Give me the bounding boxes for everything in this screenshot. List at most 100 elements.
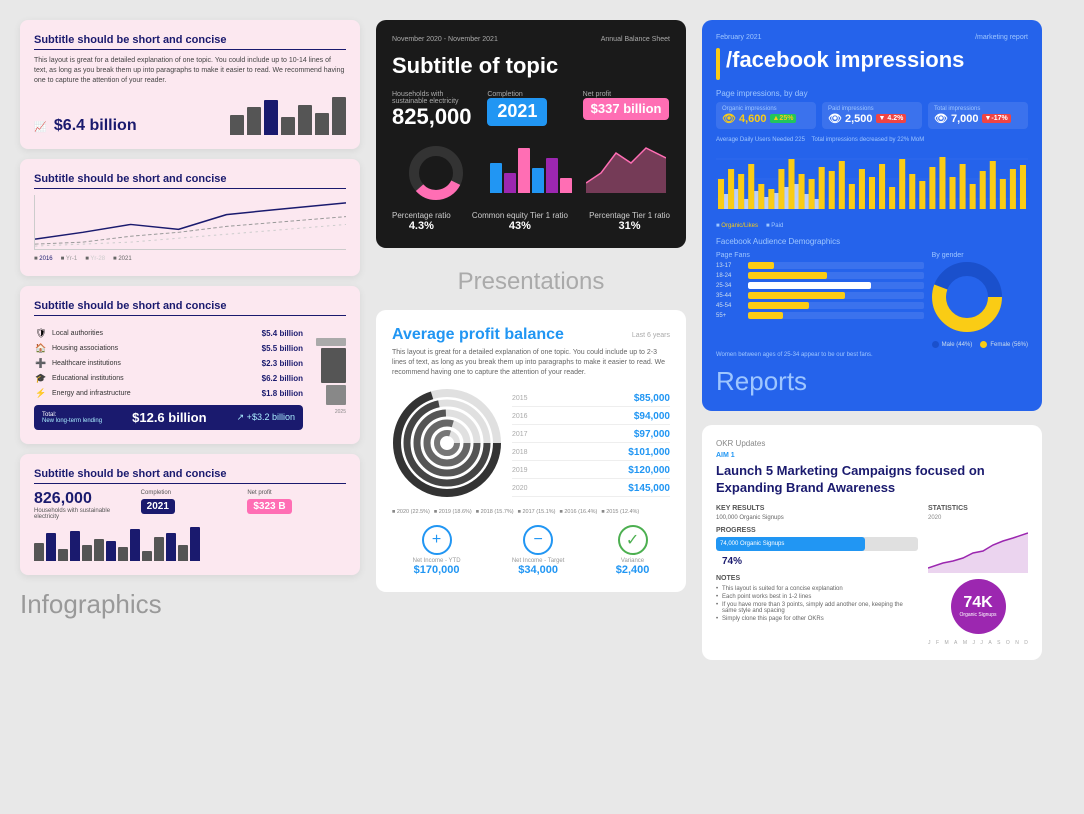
note-item: Each point works best in 1-2 lines	[716, 594, 918, 600]
bar	[504, 173, 516, 193]
bar-label: 25-34	[716, 283, 744, 289]
year-labels: J F M A M J J A S O N D	[928, 640, 1028, 646]
plus-icon: +	[422, 525, 452, 555]
table-row: ⚡ Energy and infrastructure $1.8 billion	[34, 386, 303, 401]
bar	[106, 541, 116, 561]
male-legend: Male (44%)	[932, 341, 973, 348]
row-value: $2.3 billion	[262, 359, 303, 368]
profit-bottom: + Net Income - YTD $170,000 − Net Income…	[392, 525, 670, 576]
bar-fill	[748, 302, 809, 309]
progress-track: 74,000 Organic Signups	[716, 537, 918, 551]
title-accent	[716, 48, 720, 80]
profit-link: Last 6 years	[632, 332, 670, 339]
pb-val: $2,400	[616, 564, 650, 576]
pv-row: 2017 $97,000	[512, 429, 670, 443]
bar	[178, 545, 188, 561]
year-label: J	[928, 640, 931, 646]
pb-val: $34,000	[512, 564, 565, 576]
row-icon: 🛡	[34, 328, 48, 339]
progress-fill: 74,000 Organic Signups	[716, 537, 865, 551]
bar	[315, 113, 329, 135]
bar	[142, 551, 152, 561]
completion-label: Completion	[141, 490, 240, 496]
kr-item: 100,000 Organic Signups	[716, 515, 918, 521]
paid-val: 👁 2,500 ▼ 4.2%	[828, 112, 916, 125]
mini-bars-bottom	[34, 526, 346, 561]
reports-label: Reports	[716, 366, 1028, 397]
row-value: $5.5 billion	[262, 344, 303, 353]
stats-row: 826,000 Households with sustainable elec…	[34, 490, 346, 520]
demo-section: Facebook Audience Demographics Page Fans…	[716, 237, 1028, 358]
demo-bar-item: 25-34	[716, 282, 924, 289]
pb-label: Net Income - YTD	[413, 558, 461, 564]
legend-item: ■ 2016 (16.4%)	[560, 509, 598, 515]
card-infographic-2: Subtitle should be short and concise ■ 2…	[20, 159, 360, 276]
row-icon: ➕	[34, 358, 48, 369]
psv-label: Percentage ratio	[392, 211, 451, 220]
profit-content: 2015 $85,000 2016 $94,000 2017 $97,000 2…	[392, 388, 670, 503]
bar	[247, 107, 261, 135]
bar-track	[748, 262, 924, 269]
row-label: Educational institutions	[48, 375, 262, 382]
fb-metric-organic: Organic impressions 👁 4,600 ▲25%	[716, 102, 816, 129]
pv-val: $94,000	[634, 411, 670, 422]
pv-year: 2017	[512, 431, 528, 438]
bar	[490, 163, 502, 193]
fb-title-row: /facebook impressions	[716, 47, 1028, 81]
pres-charts	[392, 143, 670, 203]
pv-val: $85,000	[634, 393, 670, 404]
card1-title: Subtitle should be short and concise	[34, 34, 346, 50]
bar-track	[748, 292, 924, 299]
male-label: Male (44%)	[942, 342, 973, 348]
stat-block-profit: Net profit $323 B	[247, 490, 346, 514]
row-label: Local authorities	[48, 330, 262, 337]
table-row: ➕ Healthcare institutions $2.3 billion	[34, 356, 303, 371]
table-row: 🛡 Local authorities $5.4 billion	[34, 326, 303, 341]
profit-card: Average profit balance Last 6 years This…	[376, 310, 686, 591]
households-val: 826,000	[34, 490, 133, 508]
pv-year: 2015	[512, 395, 528, 402]
demo-bar-item: 35-44	[716, 292, 924, 299]
okr-big-val: 74K	[963, 594, 992, 612]
fb-metrics: Organic impressions 👁 4,600 ▲25% Paid im…	[716, 102, 1028, 129]
pres-metric-val: $337 billion	[583, 98, 670, 120]
total-value: $12.6 billion	[132, 410, 206, 425]
okr-header: OKR Updates	[716, 439, 1028, 448]
row-label: Energy and infrastructure	[48, 390, 262, 397]
total-bar: Total: New long-term lending $12.6 billi…	[34, 405, 303, 430]
bar	[94, 539, 104, 561]
bar-label: 18-24	[716, 273, 744, 279]
pres-type: Annual Balance Sheet	[601, 36, 670, 43]
bar-track	[748, 282, 924, 289]
note-item: This layout is suited for a concise expl…	[716, 586, 918, 592]
legend-item: ■ 2016	[34, 256, 53, 262]
pv-val: $101,000	[628, 447, 670, 458]
pv-year: 2020	[512, 485, 528, 492]
okr-big-label: Organic Signups	[960, 612, 997, 618]
pv-year: 2019	[512, 467, 528, 474]
organic-badge: ▲25%	[770, 114, 797, 123]
bar	[46, 533, 56, 561]
organic-val: 👁 4,600 ▲25%	[722, 112, 810, 125]
year-label: A	[988, 640, 991, 646]
okr-title: Launch 5 Marketing Campaigns focused on …	[716, 463, 1028, 497]
progress-wrap: 74,000 Organic Signups 74%	[716, 537, 918, 569]
bar	[58, 549, 68, 561]
paid-number: 2,500	[845, 113, 873, 125]
card1-stat: $6.4 billion	[54, 117, 137, 134]
organic-number: 4,600	[739, 113, 767, 125]
pv-row: 2018 $101,000	[512, 447, 670, 461]
growth-icon: 📈	[34, 122, 46, 133]
pv-row: 2019 $120,000	[512, 465, 670, 479]
fb-section-1: Page impressions, by day	[716, 89, 1028, 98]
pres-metrics: Households with sustainable electricity …	[392, 91, 670, 129]
progress-text: 74,000 Organic Signups	[720, 541, 784, 547]
fb-header: February 2021 /marketing report	[716, 34, 1028, 41]
legend-item: ■ 2019 (18.6%)	[434, 509, 472, 515]
chart-label: 2025	[335, 409, 346, 415]
year-label: M	[944, 640, 948, 646]
bar	[82, 545, 92, 561]
bar	[166, 533, 176, 561]
bar	[230, 115, 244, 135]
by-gender-title: By gender	[932, 252, 1028, 259]
